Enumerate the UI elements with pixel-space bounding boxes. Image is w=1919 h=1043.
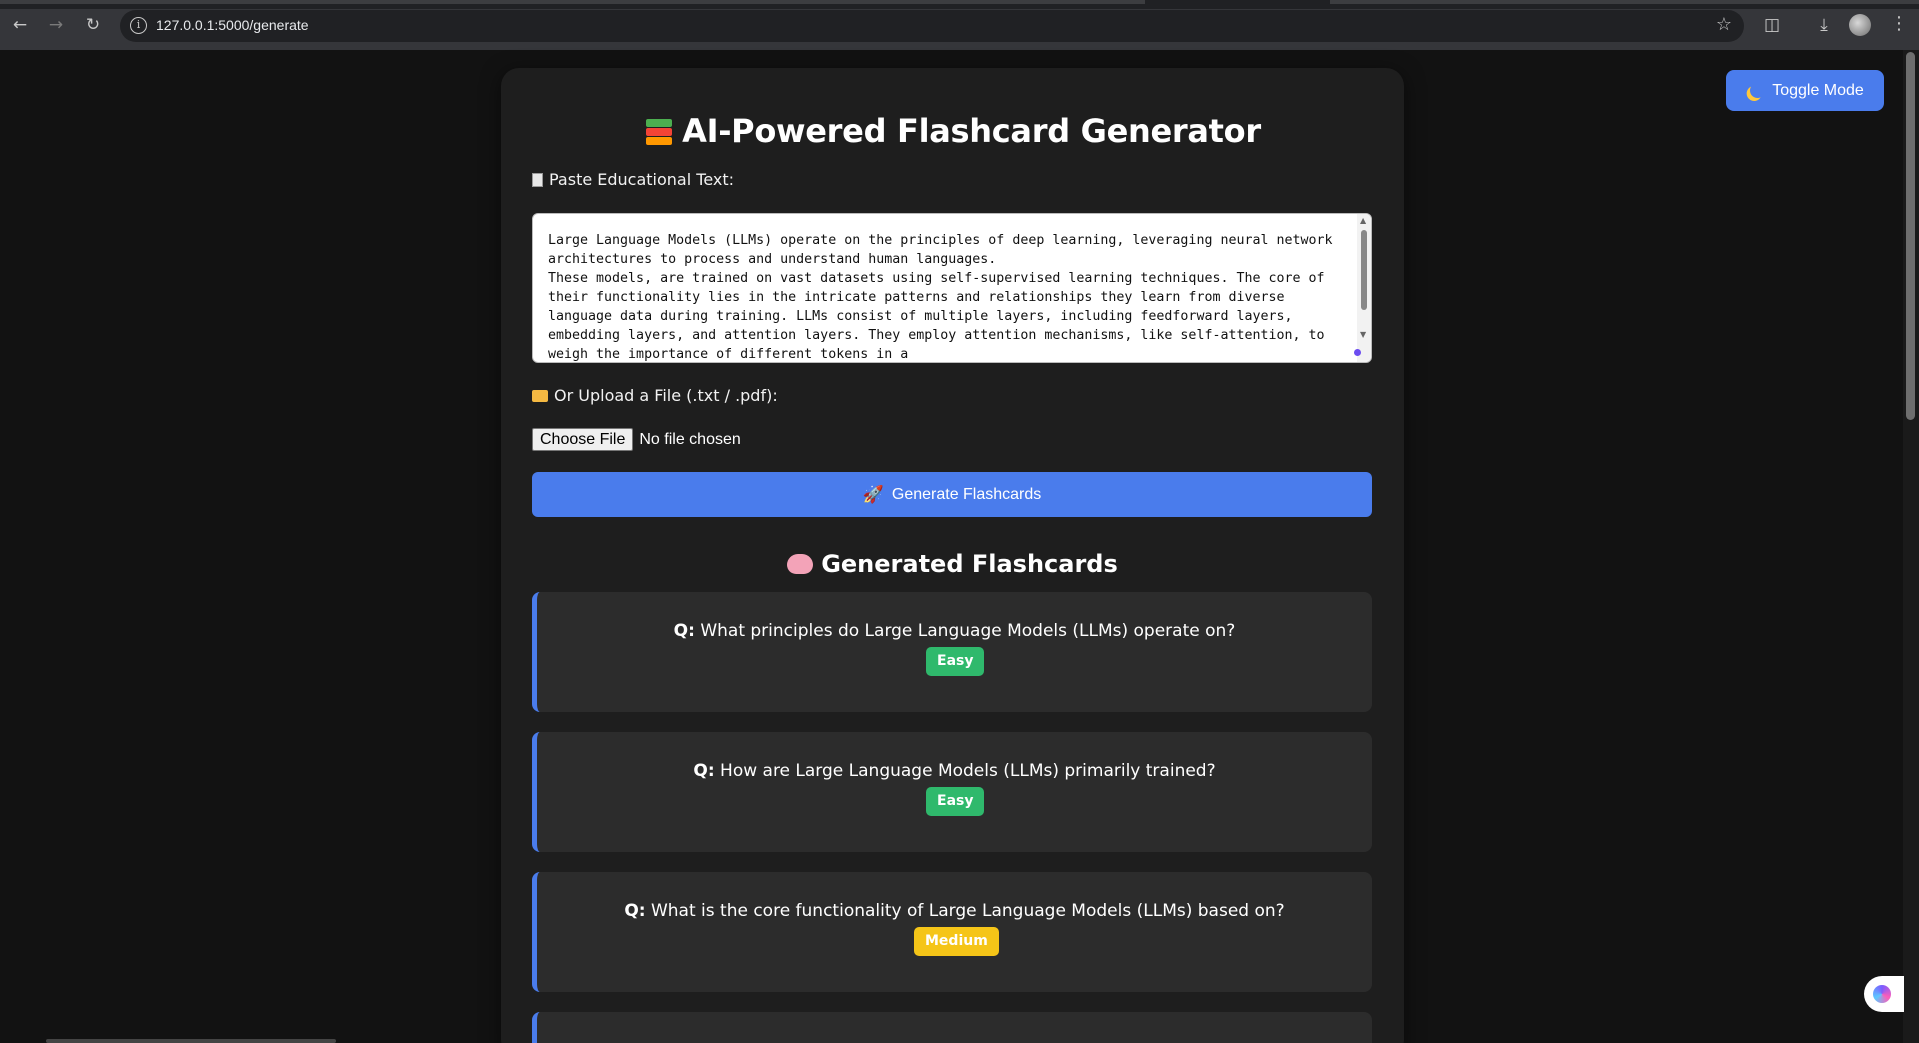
browser-tab[interactable] — [0, 0, 1145, 4]
arrow-right-icon[interactable]: → — [45, 14, 67, 36]
folder-icon — [532, 390, 548, 402]
page-scrollbar[interactable] — [1903, 50, 1919, 1043]
textarea-scroll-thumb[interactable] — [1361, 230, 1367, 310]
reload-icon[interactable]: ↻ — [82, 14, 104, 36]
menu-icon[interactable]: ⋮ — [1890, 13, 1908, 35]
arrow-left-icon[interactable]: ← — [9, 14, 31, 36]
page-title-text: AI-Powered Flashcard Generator — [682, 112, 1261, 150]
generated-heading-text: Generated Flashcards — [821, 550, 1118, 578]
question-text: How are Large Language Models (LLMs) pri… — [720, 761, 1216, 781]
difficulty-badge: Easy — [926, 647, 985, 676]
generate-label: Generate Flashcards — [891, 485, 1042, 503]
extension-floating-button[interactable] — [1864, 976, 1904, 1012]
toggle-mode-label: Toggle Mode — [1772, 81, 1864, 99]
question-prefix: Q: — [624, 901, 646, 921]
file-input[interactable]: Choose File No file chosen — [532, 428, 741, 451]
upload-label: Or Upload a File (.txt / .pdf): — [532, 386, 778, 405]
horizontal-scroll-thumb[interactable] — [46, 1039, 336, 1043]
educational-text-input[interactable]: Large Language Models (LLMs) operate on … — [532, 213, 1372, 363]
flashcard[interactable]: Q: How are Large Language Models (LLMs) … — [532, 732, 1372, 852]
flashcard-question: Q: What is the core functionality of Lar… — [537, 901, 1372, 921]
site-info-icon[interactable]: i — [130, 17, 147, 34]
star-icon[interactable]: ☆ — [1716, 14, 1732, 35]
scroll-down-icon[interactable]: ▼ — [1360, 330, 1366, 339]
url-text[interactable]: 127.0.0.1:5000/generate — [156, 17, 309, 33]
question-text: What principles do Large Language Models… — [700, 621, 1236, 641]
browser-toolbar: ← → ↻ i 127.0.0.1:5000/generate ☆ ◫ ⤓ ⋮ — [0, 0, 1919, 50]
question-prefix: Q: — [673, 621, 695, 641]
flashcard-question: Q: What principles do Large Language Mod… — [537, 621, 1372, 641]
browser-tab[interactable] — [1330, 0, 1919, 4]
address-bar[interactable]: i 127.0.0.1:5000/generate ☆ — [120, 10, 1744, 42]
question-text: What is the core functionality of Large … — [650, 901, 1285, 921]
paste-label-text: Paste Educational Text: — [549, 170, 735, 189]
resize-handle[interactable] — [1354, 349, 1361, 356]
moon-icon — [1749, 81, 1767, 99]
question-prefix: Q: — [693, 761, 715, 781]
flashcard[interactable]: Q: What is the core functionality of Lar… — [532, 872, 1372, 992]
paste-label: Paste Educational Text: — [532, 170, 734, 189]
rocket-icon: 🚀 — [862, 484, 884, 504]
flashcard[interactable]: Q: What principles do Large Language Mod… — [532, 592, 1372, 712]
books-icon — [644, 116, 674, 146]
page-scroll-thumb[interactable] — [1906, 52, 1915, 420]
extension-icon — [1873, 985, 1891, 1003]
tab-strip — [0, 0, 1919, 9]
flashcard-question: Q: How are Large Language Models (LLMs) … — [537, 761, 1372, 781]
toggle-mode-button[interactable]: Toggle Mode — [1726, 70, 1884, 111]
page-title: AI-Powered Flashcard Generator — [501, 112, 1404, 150]
no-file-text: No file chosen — [639, 430, 741, 448]
download-icon[interactable]: ⤓ — [1813, 14, 1835, 36]
flashcard[interactable] — [532, 1012, 1372, 1043]
profile-avatar[interactable] — [1849, 14, 1871, 36]
clipboard-icon — [532, 173, 543, 187]
brain-icon — [787, 554, 814, 574]
upload-label-text: Or Upload a File (.txt / .pdf): — [554, 386, 778, 405]
puzzle-icon[interactable]: ◫ — [1761, 14, 1783, 36]
difficulty-badge: Medium — [914, 927, 999, 956]
difficulty-badge: Easy — [926, 787, 985, 816]
educational-text-value[interactable]: Large Language Models (LLMs) operate on … — [548, 231, 1348, 362]
generated-heading: Generated Flashcards — [501, 550, 1404, 578]
scroll-up-icon[interactable]: ▲ — [1360, 216, 1366, 225]
choose-file-button[interactable]: Choose File — [532, 428, 634, 451]
generate-flashcards-button[interactable]: 🚀 Generate Flashcards — [532, 472, 1372, 517]
textarea-scrollbar[interactable]: ▲ ▼ — [1357, 214, 1371, 362]
